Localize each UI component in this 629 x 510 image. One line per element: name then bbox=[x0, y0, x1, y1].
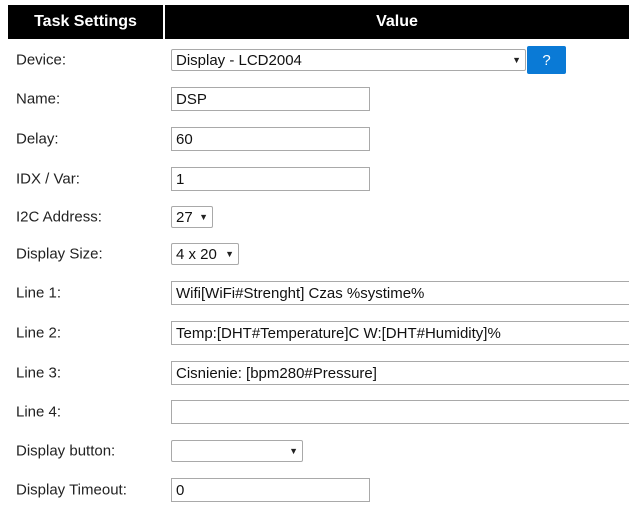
row-idx: IDX / Var: 1 bbox=[0, 164, 629, 194]
device-label: Device: bbox=[16, 51, 67, 69]
display-button-select[interactable]: ▼ bbox=[171, 440, 303, 462]
line-3-label: Line 3: bbox=[16, 364, 62, 382]
table-header: Task Settings Value bbox=[8, 5, 629, 39]
row-display-button: Display button: ▼ bbox=[0, 436, 629, 466]
header-task-settings: Task Settings bbox=[8, 5, 163, 39]
device-select[interactable]: Display - LCD2004 ▼ bbox=[171, 49, 526, 71]
i2c-address-select[interactable]: 27 ▼ bbox=[171, 206, 213, 228]
display-size-select[interactable]: 4 x 20 ▼ bbox=[171, 243, 239, 265]
line-1-input[interactable]: Wifi[WiFi#Strenght] Czas %systime% bbox=[171, 281, 629, 305]
row-line-4: Line 4: bbox=[0, 397, 629, 427]
chevron-down-icon: ▼ bbox=[225, 249, 234, 259]
row-display-size: Display Size: 4 x 20 ▼ bbox=[0, 239, 629, 269]
delay-input[interactable]: 60 bbox=[171, 127, 370, 151]
device-help-button[interactable]: ? bbox=[527, 46, 566, 74]
line-1-label: Line 1: bbox=[16, 284, 62, 302]
line-2-label: Line 2: bbox=[16, 324, 62, 342]
header-value: Value bbox=[165, 5, 629, 39]
i2c-address-value: 27 bbox=[176, 208, 193, 226]
name-label: Name: bbox=[16, 90, 61, 108]
line-4-label: Line 4: bbox=[16, 403, 62, 421]
line-4-input[interactable] bbox=[171, 400, 629, 424]
row-delay: Delay: 60 bbox=[0, 124, 629, 154]
row-name: Name: DSP bbox=[0, 84, 629, 114]
row-line-3: Line 3: Cisnienie: [bpm280#Pressure] bbox=[0, 358, 629, 388]
display-button-label: Display button: bbox=[16, 442, 116, 460]
task-settings-page: Task Settings Value Device: Display - LC… bbox=[0, 0, 629, 510]
device-select-value: Display - LCD2004 bbox=[176, 51, 302, 69]
i2c-address-label: I2C Address: bbox=[16, 208, 102, 226]
row-i2c-address: I2C Address: 27 ▼ bbox=[0, 202, 629, 232]
chevron-down-icon: ▼ bbox=[512, 55, 521, 65]
chevron-down-icon: ▼ bbox=[289, 446, 298, 456]
name-input[interactable]: DSP bbox=[171, 87, 370, 111]
idx-input[interactable]: 1 bbox=[171, 167, 370, 191]
delay-label: Delay: bbox=[16, 130, 59, 148]
row-display-timeout: Display Timeout: 0 bbox=[0, 475, 629, 505]
row-device: Device: Display - LCD2004 ▼ ? bbox=[0, 45, 629, 75]
chevron-down-icon: ▼ bbox=[199, 212, 208, 222]
row-line-2: Line 2: Temp:[DHT#Temperature]C W:[DHT#H… bbox=[0, 318, 629, 348]
line-2-input[interactable]: Temp:[DHT#Temperature]C W:[DHT#Humidity]… bbox=[171, 321, 629, 345]
display-size-value: 4 x 20 bbox=[176, 245, 217, 263]
line-3-input[interactable]: Cisnienie: [bpm280#Pressure] bbox=[171, 361, 629, 385]
display-timeout-input[interactable]: 0 bbox=[171, 478, 370, 502]
idx-label: IDX / Var: bbox=[16, 170, 80, 188]
display-size-label: Display Size: bbox=[16, 245, 103, 263]
display-timeout-label: Display Timeout: bbox=[16, 481, 127, 499]
row-line-1: Line 1: Wifi[WiFi#Strenght] Czas %systim… bbox=[0, 278, 629, 308]
